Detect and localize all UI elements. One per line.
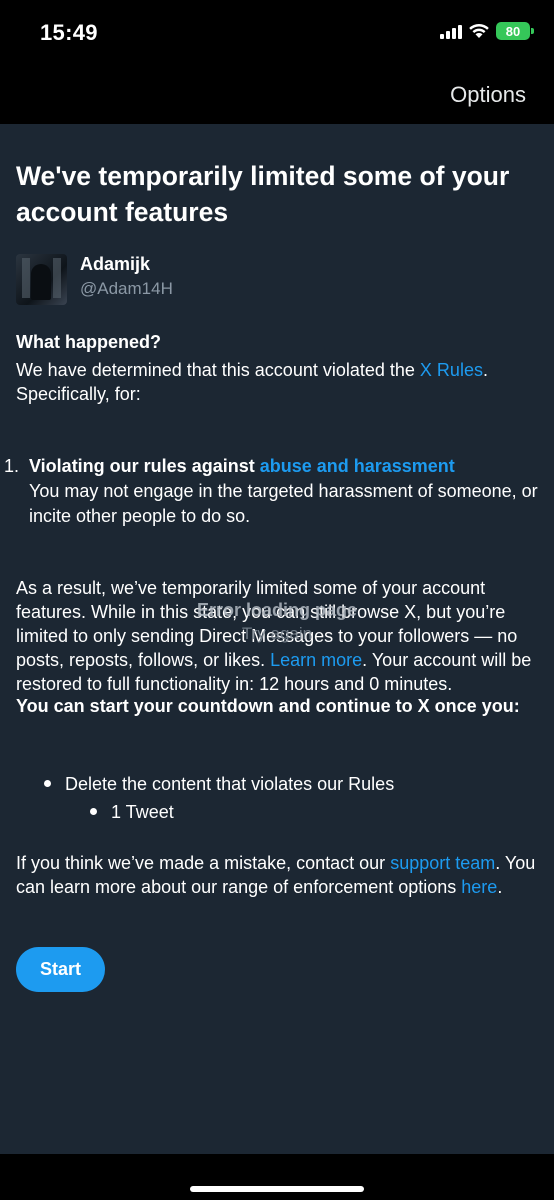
- list-item: 1 Tweet: [90, 802, 174, 823]
- bullet-text-2: 1 Tweet: [111, 802, 174, 822]
- main-content: We've temporarily limited some of your a…: [0, 124, 554, 1154]
- try-again-link[interactable]: Try again: [0, 624, 554, 644]
- bullet-dot: [90, 808, 97, 816]
- list-item: Delete the content that violates our Rul…: [44, 774, 394, 795]
- countdown-heading: You can start your countdown and continu…: [16, 696, 520, 716]
- mistake-text: If you think we’ve made a mistake, conta…: [16, 853, 391, 873]
- status-time: 15:49: [40, 20, 98, 45]
- support-team-link[interactable]: support team: [390, 853, 495, 873]
- cellular-signal-icon: [440, 23, 462, 39]
- wifi-icon: [469, 23, 489, 38]
- nav-bar: Options: [0, 66, 554, 124]
- status-icons: 80: [440, 22, 534, 40]
- bullet-dot: [44, 780, 51, 788]
- violation-description: You may not engage in the targeted haras…: [29, 481, 538, 526]
- status-bar: 15:49 80: [0, 0, 554, 66]
- mistake-paragraph: If you think we’ve made a mistake, conta…: [16, 851, 540, 899]
- intro-line2: Specifically, for:: [16, 384, 141, 404]
- home-indicator[interactable]: [190, 1186, 364, 1192]
- abuse-harassment-link[interactable]: abuse and harassment: [260, 456, 455, 476]
- start-button[interactable]: Start: [16, 947, 105, 992]
- x-rules-link[interactable]: X Rules: [420, 360, 483, 380]
- page-title: We've temporarily limited some of your a…: [16, 161, 510, 227]
- intro-paragraph: We have determined that this account vio…: [16, 358, 540, 406]
- what-happened-heading: What happened?: [16, 332, 161, 352]
- intro-text: We have determined that this account vio…: [16, 360, 420, 380]
- avatar: [16, 254, 67, 305]
- user-name: Adamijk: [80, 254, 151, 274]
- bullet-text-1: Delete the content that violates our Rul…: [65, 774, 395, 794]
- learn-more-link[interactable]: Learn more: [270, 650, 362, 670]
- intro-suffix: .: [482, 360, 488, 380]
- violation-title: Violating our rules against: [29, 456, 260, 476]
- options-button[interactable]: Options: [450, 82, 526, 108]
- user-handle: @Adam14H: [80, 279, 173, 298]
- battery-icon: 80: [496, 22, 534, 40]
- violation-number: 1.: [4, 456, 20, 476]
- home-area: [0, 1154, 554, 1200]
- mistake-suffix: .: [497, 877, 503, 897]
- error-loading-text: Error loading page: [196, 600, 358, 620]
- here-link[interactable]: here: [461, 877, 497, 897]
